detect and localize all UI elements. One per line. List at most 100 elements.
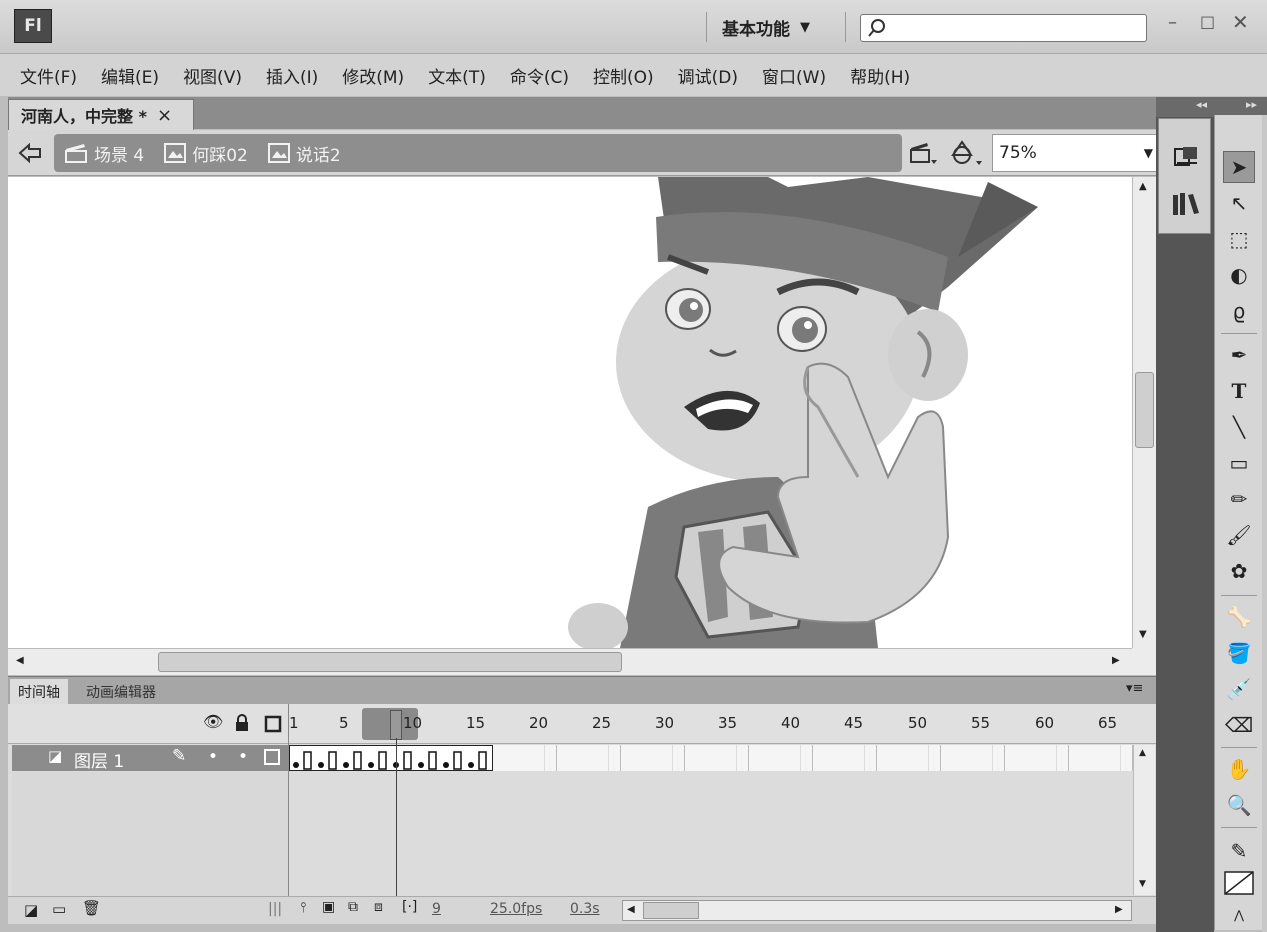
stage-vertical-scrollbar[interactable]: ▲ ▼: [1132, 177, 1156, 648]
menu-insert[interactable]: 插入(I): [266, 63, 318, 88]
scroll-up-icon[interactable]: ▲: [1139, 181, 1147, 192]
workspace-switcher[interactable]: 基本功能 ▼: [722, 13, 810, 41]
center-frame-icon[interactable]: ⫯: [300, 900, 306, 916]
scroll-right-icon[interactable]: ▶: [1112, 655, 1120, 666]
menu-debug[interactable]: 调试(D): [678, 63, 738, 88]
zoom-tool-icon[interactable]: 🔍: [1223, 789, 1255, 821]
current-frame[interactable]: 9: [432, 901, 441, 917]
pen-tool-icon[interactable]: ✒: [1223, 339, 1255, 371]
timeline-horizontal-scrollbar[interactable]: ◀ ▶: [622, 900, 1132, 921]
line-tool-icon[interactable]: ╲: [1223, 411, 1255, 443]
menu-modify[interactable]: 修改(M): [342, 63, 404, 88]
eraser-tool-icon[interactable]: ⌫: [1223, 709, 1255, 741]
layer-name[interactable]: 图层 1: [74, 747, 124, 772]
outline-toggle[interactable]: [264, 749, 280, 765]
elapsed-time[interactable]: 0.3s: [570, 901, 600, 917]
layer-row[interactable]: ◪ 图层 1 ✎ • •: [12, 745, 288, 772]
deco-tool-icon[interactable]: ✿: [1223, 555, 1255, 587]
3d-rotation-tool-icon[interactable]: ◐: [1223, 259, 1255, 291]
brush-tool-icon[interactable]: 🖌: [1223, 519, 1255, 551]
text-tool-icon[interactable]: T: [1223, 375, 1255, 407]
dock-header: ◂◂ ▸▸: [1156, 97, 1267, 117]
resize-handle-icon[interactable]: |||: [268, 901, 282, 917]
menu-commands[interactable]: 命令(C): [510, 63, 569, 88]
lasso-tool-icon[interactable]: ϱ: [1223, 295, 1255, 327]
paint-bucket-tool-icon[interactable]: 🪣: [1223, 637, 1255, 669]
vertical-scroll-thumb[interactable]: [1135, 372, 1154, 448]
onion-outline-icon[interactable]: ⧉: [348, 899, 358, 915]
stage-canvas[interactable]: [8, 177, 1132, 648]
frames-row[interactable]: [289, 745, 1133, 771]
timeline-vertical-scrollbar[interactable]: ▲ ▼: [1133, 745, 1155, 895]
tools-panel: ➤ ↖ ⬚ ◐ ϱ ✒ T ╲ ▭ ✏ 🖌 ✿ 🦴 🪣 💉 ⌫ ✋ 🔍 ✎ ⋀: [1214, 115, 1262, 930]
minimize-button[interactable]: –: [1168, 12, 1177, 33]
document-tab[interactable]: 河南人，中完整 * ×: [8, 99, 194, 130]
scene-icon: [65, 144, 87, 163]
lock-dot[interactable]: •: [238, 747, 248, 767]
back-arrow-icon[interactable]: [18, 142, 42, 164]
tab-close-icon[interactable]: ×: [157, 105, 172, 126]
free-transform-tool-icon[interactable]: ⬚: [1223, 223, 1255, 255]
menu-view[interactable]: 视图(V): [183, 63, 242, 88]
scroll-right-icon[interactable]: ▶: [1115, 904, 1123, 915]
onion-skin-icon[interactable]: ▣: [322, 899, 335, 915]
menu-file[interactable]: 文件(F): [20, 63, 77, 88]
keyframe-span[interactable]: [289, 745, 493, 771]
scroll-thumb[interactable]: [643, 902, 699, 919]
horizontal-scroll-thumb[interactable]: [158, 652, 622, 672]
edit-multiple-frames-icon[interactable]: ⧈: [374, 899, 383, 915]
panel-menu-icon[interactable]: ▾≡: [1126, 681, 1143, 696]
frame-rate[interactable]: 25.0fps: [490, 901, 542, 917]
snap-to-objects-icon[interactable]: ⋀: [1223, 899, 1255, 931]
scroll-up-icon[interactable]: ▲: [1139, 748, 1146, 758]
eye-icon[interactable]: 👁: [203, 712, 223, 731]
stroke-color-icon[interactable]: ✎: [1223, 835, 1255, 867]
subselection-tool-icon[interactable]: ↖: [1223, 187, 1255, 219]
tab-motion-editor[interactable]: 动画编辑器: [78, 679, 164, 704]
new-layer-icon[interactable]: ◪: [24, 901, 38, 919]
breadcrumb-symbol-1[interactable]: 何踩02: [164, 141, 248, 166]
menu-text[interactable]: 文本(T): [428, 63, 486, 88]
pencil-tool-icon[interactable]: ✏: [1223, 483, 1255, 515]
maximize-button[interactable]: □: [1200, 12, 1215, 31]
timeline-tab-bar: 时间轴 动画编辑器 ▾≡: [8, 676, 1156, 704]
lock-icon[interactable]: [234, 714, 250, 732]
scroll-down-icon[interactable]: ▼: [1139, 629, 1147, 640]
edit-scene-icon[interactable]: [908, 140, 938, 166]
library-icon[interactable]: [1171, 191, 1201, 217]
new-folder-icon[interactable]: ▭: [52, 900, 66, 918]
delete-icon[interactable]: 🗑: [82, 899, 101, 917]
scroll-left-icon[interactable]: ◀: [16, 655, 24, 666]
selection-tool-icon[interactable]: ➤: [1223, 151, 1255, 183]
modify-markers-icon[interactable]: [·]: [402, 899, 417, 915]
outline-icon[interactable]: [264, 715, 282, 733]
eyedropper-tool-icon[interactable]: 💉: [1223, 673, 1255, 705]
tab-timeline[interactable]: 时间轴: [10, 679, 68, 704]
hand-tool-icon[interactable]: ✋: [1223, 753, 1255, 785]
stage-horizontal-scrollbar[interactable]: ◀ ▶: [8, 648, 1132, 675]
close-button[interactable]: ✕: [1232, 10, 1249, 34]
scroll-down-icon[interactable]: ▼: [1139, 879, 1146, 889]
zoom-select[interactable]: 75% ▼: [992, 134, 1162, 172]
playhead[interactable]: [390, 710, 402, 740]
playhead-line: [396, 738, 397, 896]
fill-color-icon[interactable]: [1223, 867, 1255, 899]
bone-tool-icon[interactable]: 🦴: [1223, 601, 1255, 633]
scroll-left-icon[interactable]: ◀: [627, 904, 635, 915]
menu-help[interactable]: 帮助(H): [850, 63, 910, 88]
properties-icon[interactable]: [1173, 145, 1199, 169]
edit-bar: 场景 4 何踩02 说话2 75% ▼: [8, 130, 1162, 176]
breadcrumb-scene[interactable]: 场景 4: [64, 141, 144, 166]
menu-edit[interactable]: 编辑(E): [101, 63, 159, 88]
timeline-divider[interactable]: [288, 704, 289, 896]
visibility-dot[interactable]: •: [208, 747, 218, 767]
expand-icon[interactable]: ▸▸: [1246, 98, 1257, 111]
menu-control[interactable]: 控制(O): [593, 63, 654, 88]
menu-window[interactable]: 窗口(W): [762, 63, 826, 88]
frame-number: 45: [844, 714, 864, 732]
breadcrumb-symbol-2[interactable]: 说话2: [267, 141, 341, 166]
rectangle-tool-icon[interactable]: ▭: [1223, 447, 1255, 479]
search-input[interactable]: [860, 14, 1147, 42]
edit-symbols-icon[interactable]: [950, 139, 984, 167]
collapse-icon[interactable]: ◂◂: [1196, 98, 1207, 111]
